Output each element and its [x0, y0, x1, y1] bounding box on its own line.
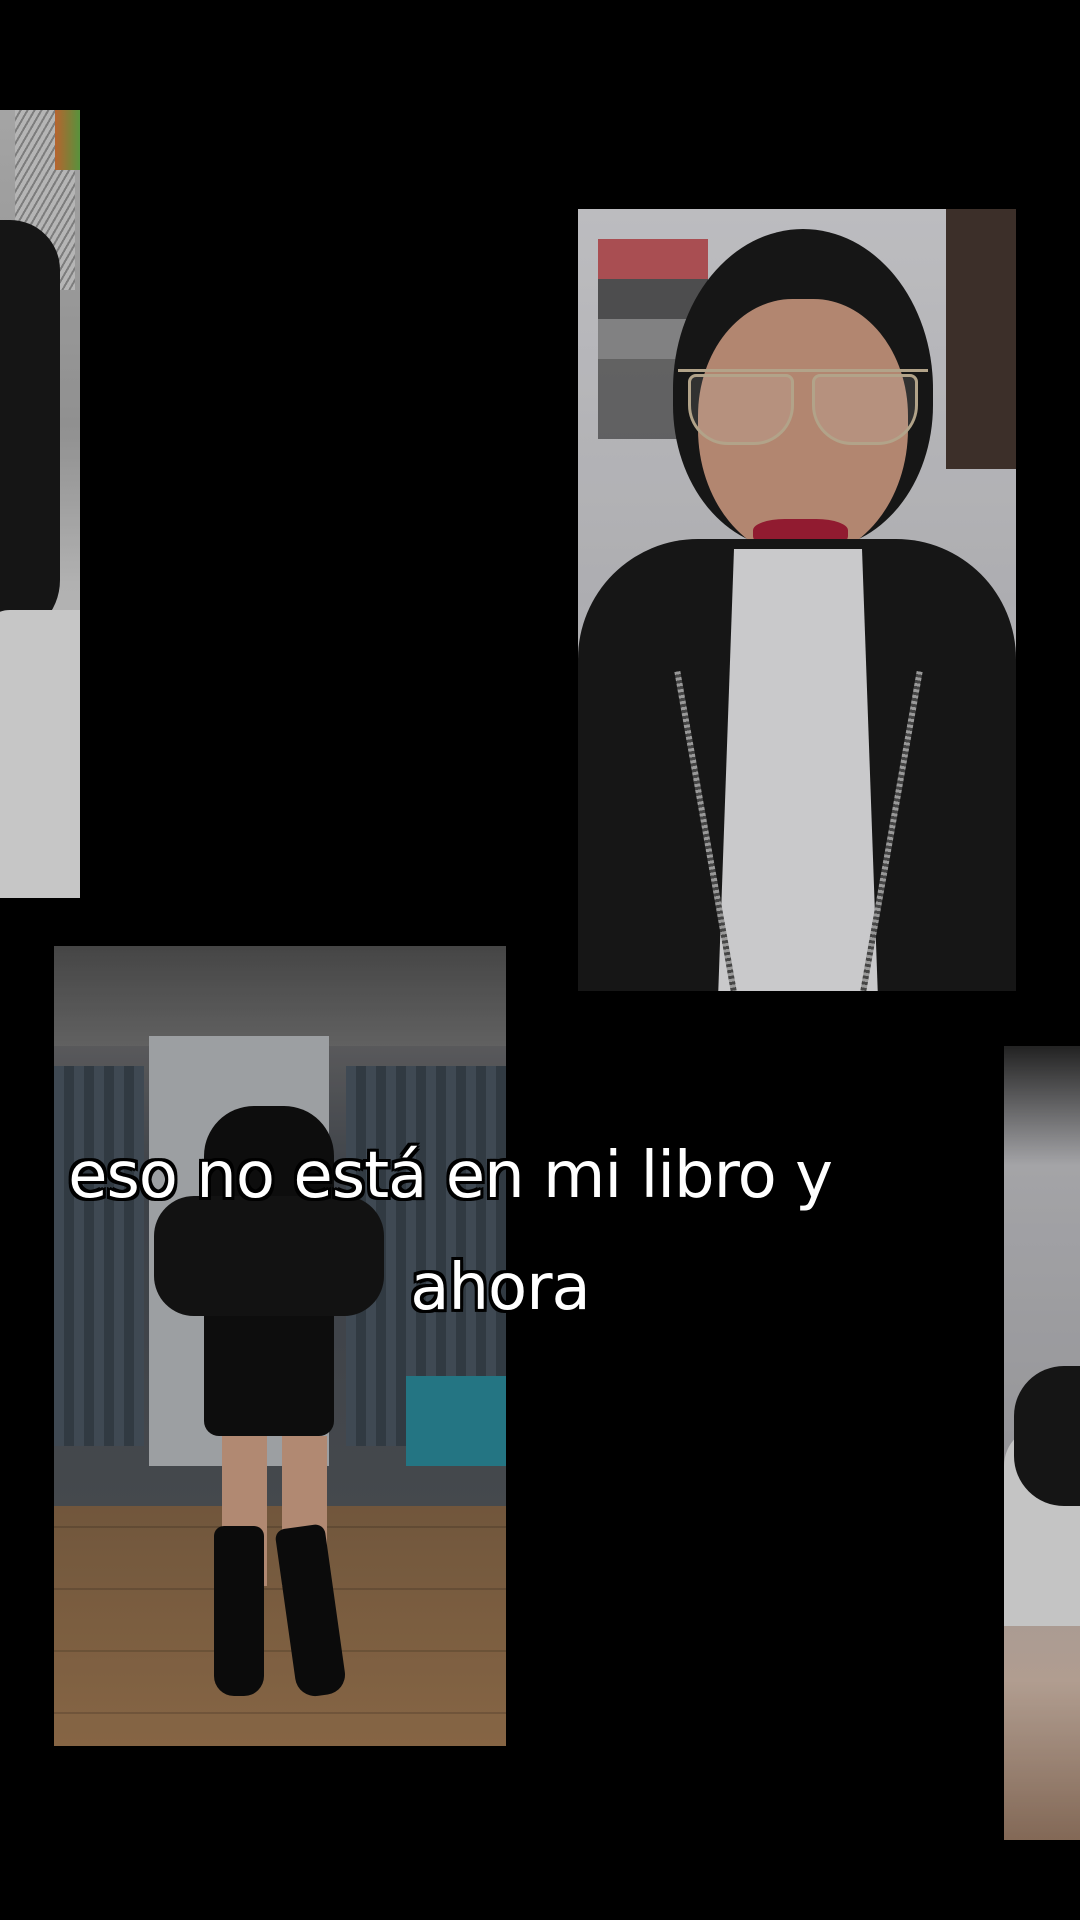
- photo-selfie-glasses: [678, 369, 928, 445]
- photo-selfie-shirt: [718, 549, 878, 991]
- photo-left-accent: [55, 110, 80, 170]
- photo-left-cropped: [0, 110, 80, 898]
- photo-left-shirt: [0, 610, 80, 898]
- photo-full-body: [54, 946, 506, 1746]
- caption-line-2: ahora: [410, 1251, 590, 1325]
- photo-right-cropped: [1004, 1046, 1080, 1840]
- photo-selfie: [578, 209, 1016, 991]
- photo-full-body-boot-left: [214, 1526, 264, 1696]
- caption-line-1: eso no está en mi libro y: [68, 1139, 833, 1213]
- photo-full-body-floor: [54, 1466, 506, 1746]
- photo-full-body-ceiling: [54, 946, 506, 1046]
- caption-text: eso no está en mi libro y ahora: [40, 1120, 960, 1344]
- photo-selfie-door: [946, 209, 1016, 469]
- photo-left-hair: [0, 220, 60, 640]
- photo-right-hair: [1014, 1366, 1080, 1506]
- video-frame: eso no está en mi libro y ahora: [0, 0, 1080, 1920]
- photo-full-body-bin: [406, 1376, 506, 1466]
